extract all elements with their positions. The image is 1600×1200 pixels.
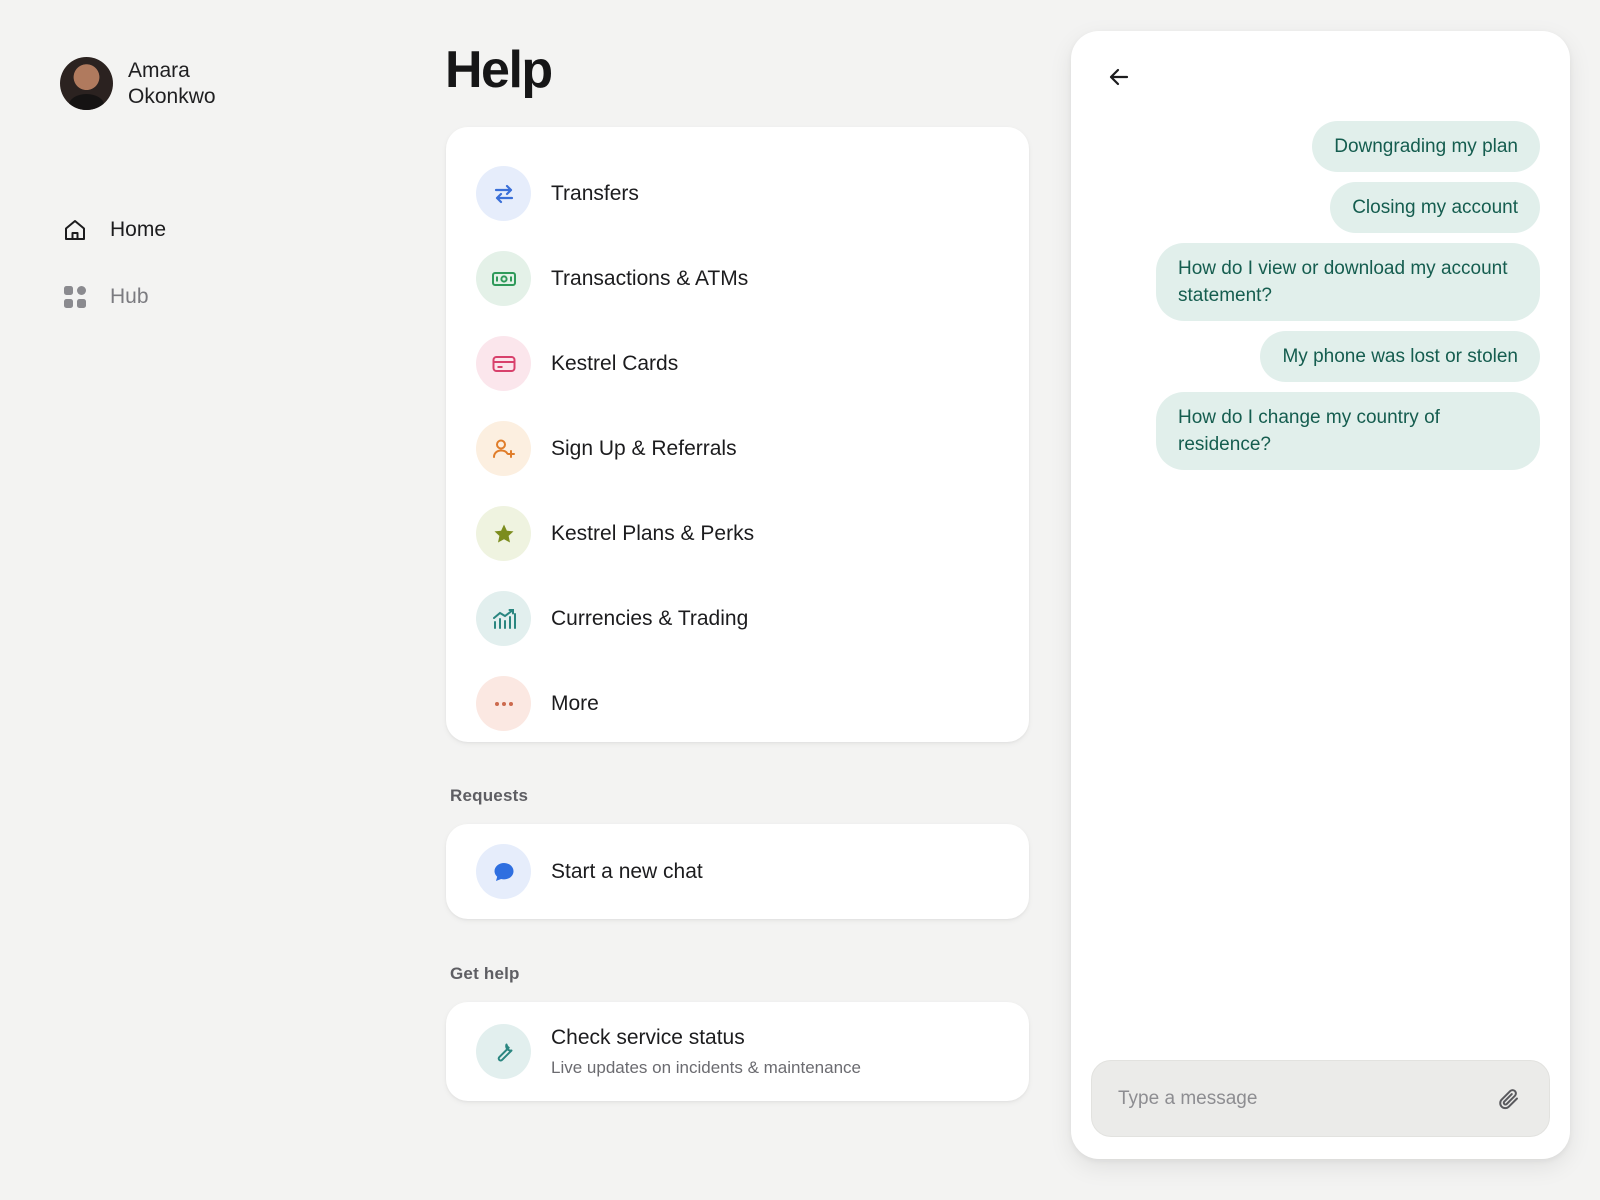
card-icon xyxy=(476,336,531,391)
profile-first-name: Amara xyxy=(128,58,190,82)
star-icon xyxy=(476,506,531,561)
topic-plans-perks[interactable]: Kestrel Plans & Perks xyxy=(446,491,1029,576)
requests-section-label: Requests xyxy=(450,786,529,805)
suggestion-chip[interactable]: How do I change my country of residence? xyxy=(1156,392,1540,470)
service-status-text: Check service status Live updates on inc… xyxy=(551,1026,861,1078)
avatar xyxy=(60,57,113,110)
arrow-left-icon xyxy=(1109,68,1129,86)
topic-label: Sign Up & Referrals xyxy=(551,436,737,460)
topic-signup-referrals[interactable]: Sign Up & Referrals xyxy=(446,406,1029,491)
home-icon xyxy=(62,217,88,243)
topic-more[interactable]: More xyxy=(446,661,1029,746)
service-status-subtitle: Live updates on incidents & maintenance xyxy=(551,1057,861,1077)
start-new-chat-label: Start a new chat xyxy=(551,859,703,883)
topic-label: More xyxy=(551,691,599,715)
profile[interactable]: Amara Okonkwo xyxy=(60,57,216,110)
topic-label: Transfers xyxy=(551,181,639,205)
profile-name: Amara Okonkwo xyxy=(128,58,216,110)
profile-last-name: Okonkwo xyxy=(128,84,216,108)
cash-icon xyxy=(476,251,531,306)
topic-label: Kestrel Plans & Perks xyxy=(551,521,755,545)
topic-label: Transactions & ATMs xyxy=(551,266,749,290)
suggestion-chip[interactable]: Closing my account xyxy=(1330,182,1540,233)
suggestion-chip[interactable]: Downgrading my plan xyxy=(1312,121,1540,172)
more-dots-icon xyxy=(476,676,531,731)
help-topics-list: Transfers Transactions & ATMs Kestrel Ca… xyxy=(446,127,1029,742)
chat-panel: Downgrading my plan Closing my account H… xyxy=(1071,31,1570,1159)
sidebar-item-hub[interactable]: Hub xyxy=(62,277,166,317)
topic-label: Kestrel Cards xyxy=(551,351,679,375)
chat-bubble-icon xyxy=(476,844,531,899)
sidebar-item-label: Hub xyxy=(110,285,149,308)
message-composer xyxy=(1091,1060,1550,1137)
add-user-icon xyxy=(476,421,531,476)
suggestion-chip[interactable]: How do I view or download my account sta… xyxy=(1156,243,1540,321)
chart-icon xyxy=(476,591,531,646)
service-status-button[interactable]: Check service status Live updates on inc… xyxy=(446,1002,1029,1101)
page-title: Help xyxy=(445,41,553,99)
back-button[interactable] xyxy=(1101,59,1137,95)
transfer-arrows-icon xyxy=(476,166,531,221)
service-status-title: Check service status xyxy=(551,1025,745,1049)
sidebar-nav: Home Hub xyxy=(62,210,166,344)
wrench-icon xyxy=(476,1024,531,1079)
topic-cards[interactable]: Kestrel Cards xyxy=(446,321,1029,406)
sidebar-item-home[interactable]: Home xyxy=(62,210,166,250)
topic-label: Currencies & Trading xyxy=(551,606,749,630)
grid-icon xyxy=(62,284,88,310)
topic-transfers[interactable]: Transfers xyxy=(446,151,1029,236)
get-help-section-label: Get help xyxy=(450,964,520,983)
suggestion-chip[interactable]: My phone was lost or stolen xyxy=(1260,331,1540,382)
sidebar-item-label: Home xyxy=(110,218,167,241)
suggested-questions: Downgrading my plan Closing my account H… xyxy=(1140,121,1540,480)
paperclip-icon xyxy=(1499,1088,1518,1109)
start-new-chat-button[interactable]: Start a new chat xyxy=(446,824,1029,919)
topic-currencies-trading[interactable]: Currencies & Trading xyxy=(446,576,1029,661)
topic-transactions[interactable]: Transactions & ATMs xyxy=(446,236,1029,321)
attach-button[interactable] xyxy=(1495,1085,1523,1113)
message-input[interactable] xyxy=(1118,1087,1495,1110)
